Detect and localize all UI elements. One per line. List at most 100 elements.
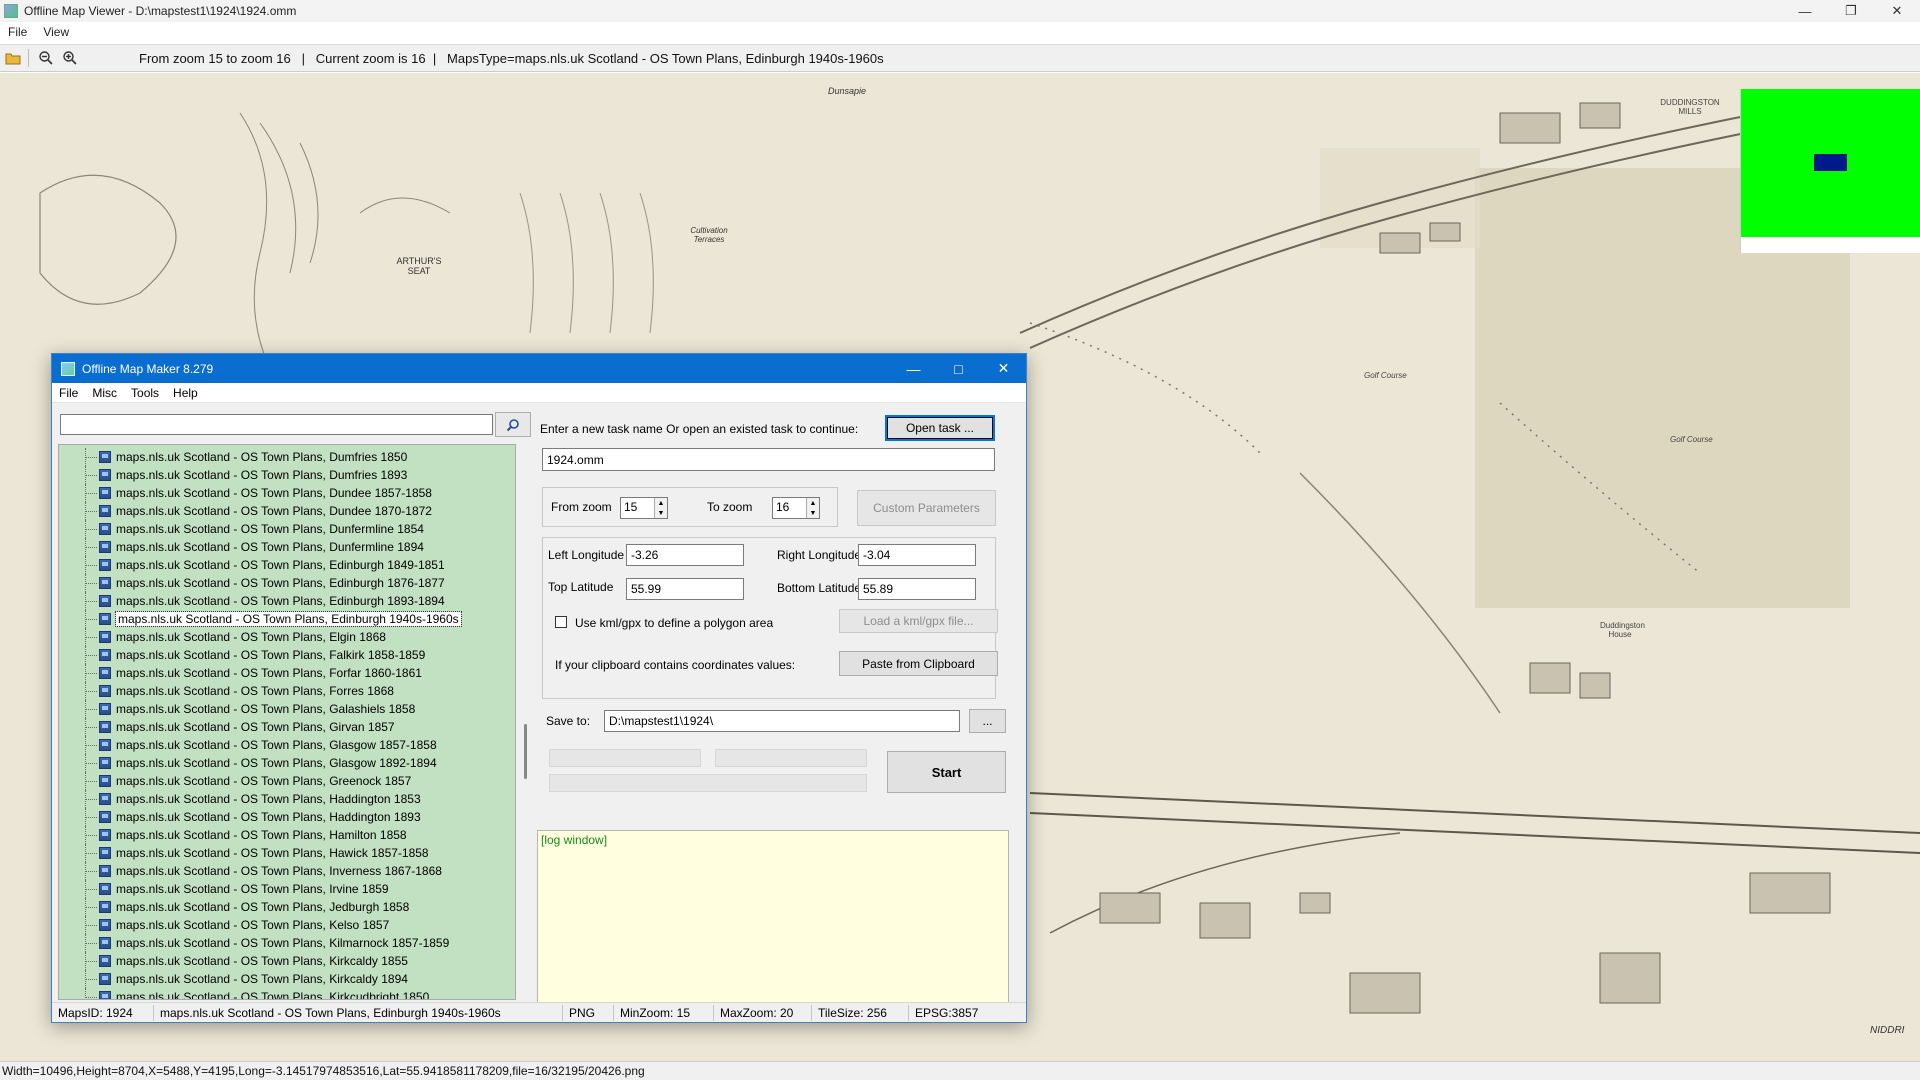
- overview-map[interactable]: [1740, 89, 1920, 253]
- bottom-latitude-input[interactable]: [858, 578, 976, 600]
- use-kml-checkbox[interactable]: [555, 616, 567, 628]
- minimize-icon[interactable]: —: [1782, 0, 1828, 22]
- tree-item[interactable]: maps.nls.uk Scotland - OS Town Plans, Ha…: [59, 844, 429, 862]
- to-zoom-arrows[interactable]: ▲ ▼: [806, 498, 819, 518]
- tree-item[interactable]: maps.nls.uk Scotland - OS Town Plans, Ki…: [59, 988, 430, 1000]
- up-arrow-icon[interactable]: ▲: [810, 500, 817, 507]
- tree-item[interactable]: maps.nls.uk Scotland - OS Town Plans, Du…: [59, 538, 424, 556]
- down-arrow-icon[interactable]: ▼: [658, 510, 665, 517]
- down-arrow-icon[interactable]: ▼: [810, 510, 817, 517]
- tree-connector: [59, 880, 97, 898]
- search-button[interactable]: [495, 412, 531, 437]
- status-max-zoom: MaxZoom: 20: [714, 1004, 812, 1021]
- tree-item[interactable]: maps.nls.uk Scotland - OS Town Plans, Ir…: [59, 880, 389, 898]
- tree-item[interactable]: maps.nls.uk Scotland - OS Town Plans, Ha…: [59, 808, 421, 826]
- close-icon[interactable]: ✕: [1874, 0, 1920, 22]
- window-controls: — ❐ ✕: [1782, 0, 1920, 22]
- map-source-tree[interactable]: maps.nls.uk Scotland - OS Town Plans, Du…: [58, 444, 516, 1000]
- paste-from-clipboard-button[interactable]: Paste from Clipboard: [839, 651, 998, 676]
- tree-item[interactable]: maps.nls.uk Scotland - OS Town Plans, Gl…: [59, 736, 437, 754]
- overview-viewport-marker[interactable]: [1814, 154, 1847, 171]
- zoom-out-icon[interactable]: [35, 48, 57, 68]
- dialog-menu-file[interactable]: File: [52, 386, 85, 400]
- log-scrollbar[interactable]: [1009, 830, 1024, 1004]
- open-task-button[interactable]: Open task ...: [885, 415, 995, 441]
- dialog-menu-help[interactable]: Help: [166, 386, 205, 400]
- right-longitude-label: Right Longitude: [777, 548, 862, 562]
- menu-file[interactable]: File: [0, 25, 35, 39]
- from-zoom-stepper[interactable]: 15 ▲ ▼: [620, 497, 668, 519]
- tree-item-label: maps.nls.uk Scotland - OS Town Plans, Du…: [116, 504, 432, 518]
- tree-item[interactable]: maps.nls.uk Scotland - OS Town Plans, Du…: [59, 484, 432, 502]
- tree-item[interactable]: maps.nls.uk Scotland - OS Town Plans, Ed…: [59, 610, 462, 628]
- tree-item[interactable]: maps.nls.uk Scotland - OS Town Plans, Ha…: [59, 826, 407, 844]
- tree-item[interactable]: maps.nls.uk Scotland - OS Town Plans, Ki…: [59, 970, 408, 988]
- start-button[interactable]: Start: [887, 751, 1006, 793]
- tree-scroll-thumb[interactable]: [524, 724, 527, 779]
- tree-item[interactable]: maps.nls.uk Scotland - OS Town Plans, Ki…: [59, 934, 449, 952]
- tree-item[interactable]: maps.nls.uk Scotland - OS Town Plans, Ga…: [59, 700, 415, 718]
- tree-item[interactable]: maps.nls.uk Scotland - OS Town Plans, Du…: [59, 466, 407, 484]
- tree-item[interactable]: maps.nls.uk Scotland - OS Town Plans, Fo…: [59, 682, 394, 700]
- map-tile-icon: [99, 667, 111, 679]
- task-prompt-label: Enter a new task name Or open an existed…: [540, 422, 859, 436]
- tree-item[interactable]: maps.nls.uk Scotland - OS Town Plans, Du…: [59, 502, 432, 520]
- tree-item[interactable]: maps.nls.uk Scotland - OS Town Plans, Du…: [59, 448, 407, 466]
- tree-item[interactable]: maps.nls.uk Scotland - OS Town Plans, El…: [59, 628, 386, 646]
- tree-item-label: maps.nls.uk Scotland - OS Town Plans, Ki…: [116, 990, 430, 1000]
- tree-scrollbar[interactable]: [520, 444, 532, 1000]
- tree-item[interactable]: maps.nls.uk Scotland - OS Town Plans, Gl…: [59, 754, 437, 772]
- menu-view[interactable]: View: [35, 25, 77, 39]
- tree-connector: [59, 772, 97, 790]
- left-longitude-input[interactable]: [626, 544, 744, 566]
- open-folder-icon[interactable]: [2, 48, 24, 68]
- tree-item[interactable]: maps.nls.uk Scotland - OS Town Plans, Ed…: [59, 574, 445, 592]
- zoom-in-icon[interactable]: [59, 48, 81, 68]
- task-name-input[interactable]: [542, 448, 995, 471]
- top-latitude-input[interactable]: [626, 578, 744, 600]
- right-longitude-input[interactable]: [858, 544, 976, 566]
- viewer-menubar: File View: [0, 22, 1920, 42]
- dialog-close-icon[interactable]: ✕: [981, 354, 1026, 383]
- tree-connector: [59, 574, 97, 592]
- tree-item[interactable]: maps.nls.uk Scotland - OS Town Plans, Gi…: [59, 718, 395, 736]
- tree-item-label: maps.nls.uk Scotland - OS Town Plans, Ir…: [116, 882, 389, 896]
- save-to-input[interactable]: [604, 710, 960, 732]
- tree-connector: [59, 862, 97, 880]
- tree-item[interactable]: maps.nls.uk Scotland - OS Town Plans, Fo…: [59, 664, 422, 682]
- tree-item[interactable]: maps.nls.uk Scotland - OS Town Plans, Gr…: [59, 772, 411, 790]
- tree-item-label: maps.nls.uk Scotland - OS Town Plans, Ga…: [116, 702, 416, 716]
- up-arrow-icon[interactable]: ▲: [658, 500, 665, 507]
- dialog-titlebar[interactable]: Offline Map Maker 8.279 — □ ✕: [52, 354, 1026, 383]
- tree-item[interactable]: maps.nls.uk Scotland - OS Town Plans, Ed…: [59, 592, 445, 610]
- tree-item-label: maps.nls.uk Scotland - OS Town Plans, Ha…: [116, 810, 421, 824]
- from-zoom-arrows[interactable]: ▲ ▼: [654, 498, 667, 518]
- map-search-input[interactable]: [60, 414, 493, 435]
- dialog-menu-misc[interactable]: Misc: [85, 386, 124, 400]
- tree-item[interactable]: maps.nls.uk Scotland - OS Town Plans, Du…: [59, 520, 424, 538]
- tree-item-label: maps.nls.uk Scotland - OS Town Plans, Fo…: [116, 666, 422, 680]
- dialog-maximize-icon[interactable]: □: [936, 354, 981, 383]
- dialog-menu-tools[interactable]: Tools: [124, 386, 166, 400]
- load-kml-button[interactable]: Load a kml/gpx file...: [839, 609, 998, 633]
- dialog-window-controls: — □ ✕: [891, 354, 1026, 383]
- restore-icon[interactable]: ❐: [1828, 0, 1874, 22]
- tree-item-label: maps.nls.uk Scotland - OS Town Plans, Ke…: [116, 918, 390, 932]
- to-zoom-stepper[interactable]: 16 ▲ ▼: [772, 497, 820, 519]
- tree-item[interactable]: maps.nls.uk Scotland - OS Town Plans, Fa…: [59, 646, 425, 664]
- dialog-minimize-icon[interactable]: —: [891, 354, 936, 383]
- tree-item-label: maps.nls.uk Scotland - OS Town Plans, Du…: [116, 450, 408, 464]
- tree-item[interactable]: maps.nls.uk Scotland - OS Town Plans, In…: [59, 862, 442, 880]
- custom-parameters-button[interactable]: Custom Parameters: [857, 490, 996, 526]
- search-icon: [506, 418, 519, 431]
- tree-item[interactable]: maps.nls.uk Scotland - OS Town Plans, Ha…: [59, 790, 421, 808]
- tree-item-label: maps.nls.uk Scotland - OS Town Plans, Ed…: [116, 594, 445, 608]
- log-window[interactable]: [log window]: [537, 830, 1009, 1004]
- tree-item[interactable]: maps.nls.uk Scotland - OS Town Plans, Je…: [59, 898, 409, 916]
- browse-button[interactable]: ...: [969, 709, 1006, 733]
- tree-connector: [59, 646, 97, 664]
- tree-item[interactable]: maps.nls.uk Scotland - OS Town Plans, Ki…: [59, 952, 408, 970]
- tree-item[interactable]: maps.nls.uk Scotland - OS Town Plans, Ke…: [59, 916, 389, 934]
- tree-item[interactable]: maps.nls.uk Scotland - OS Town Plans, Ed…: [59, 556, 445, 574]
- tree-item-label: maps.nls.uk Scotland - OS Town Plans, El…: [116, 630, 386, 644]
